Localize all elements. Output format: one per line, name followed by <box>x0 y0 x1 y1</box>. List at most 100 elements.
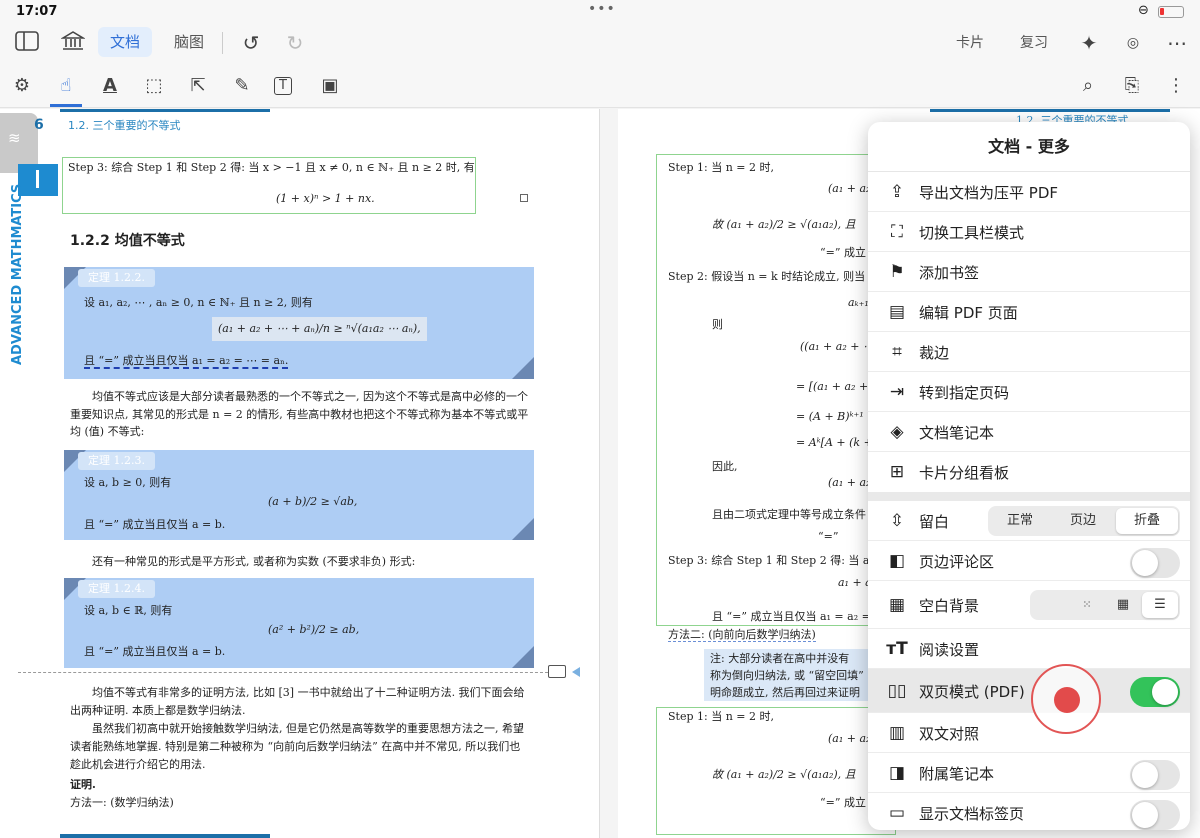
menu-item-label: 编辑 PDF 页面 <box>919 304 1018 322</box>
main-toolbar: 文档 脑图 ↺ ↻ 卡片 复习 ✦ ◎ ⋯ <box>0 24 1200 64</box>
margin-pointer-icon[interactable] <box>572 667 580 677</box>
image-icon[interactable]: ▣ <box>318 74 342 98</box>
layers-icon[interactable]: ≋ <box>8 129 21 147</box>
more-vertical-icon[interactable]: ⋮ <box>1164 74 1188 98</box>
margin-icon: ⇳ <box>889 511 905 531</box>
text-size-icon: ᴛT <box>886 639 908 659</box>
menu-item-bilingual[interactable]: ▥ 双文对照 <box>868 713 1190 753</box>
menu-item-dual-page[interactable]: ▯▯ 双页模式 (PDF) <box>868 669 1190 713</box>
theorem-corner <box>512 357 534 379</box>
menu-item-reading-settings[interactable]: ᴛT 阅读设置 <box>868 629 1190 669</box>
menu-title: 文档 - 更多 <box>868 122 1190 172</box>
book-icon: ▯▯ <box>887 681 907 701</box>
sidebar-toggle-icon[interactable] <box>14 30 40 56</box>
theorem-line: 且 “=” 成立当且仅当 a₁ = a₂ = ⋯ = aₙ. <box>84 354 289 369</box>
pencil-icon[interactable]: ✎ <box>230 74 254 98</box>
menu-item-add-bookmark[interactable]: ⚑ 添加书签 <box>868 252 1190 292</box>
theorem-box[interactable]: 定理 1.2.4. 设 a, b ∈ ℝ, 则有 (a² + b²)/2 ≥ a… <box>64 578 534 668</box>
ai-sparkle-icon[interactable]: ✦ <box>1076 30 1102 56</box>
expand-icon: ⛶ <box>891 222 903 242</box>
crop-icon: ⌗ <box>892 342 902 362</box>
comment-card-icon[interactable] <box>548 665 566 678</box>
margin-option-edge[interactable]: 页边 <box>1052 508 1114 534</box>
bg-grid-option[interactable]: ▦ <box>1106 592 1140 618</box>
library-icon[interactable] <box>60 30 86 56</box>
paragraph-line: 且由二项式定理中等号成立条件 <box>712 508 866 521</box>
toggle-knob <box>1152 679 1178 705</box>
capture-area-icon[interactable]: ⇱ <box>186 74 210 98</box>
sidebar-panel-icon: ◧ <box>888 551 906 571</box>
hand-pointer-icon[interactable]: ☝ <box>54 74 78 98</box>
theorem-title: 定理 1.2.3. <box>78 452 155 470</box>
menu-item-label: 阅读设置 <box>919 641 980 659</box>
redo-icon[interactable]: ↻ <box>282 30 308 56</box>
theorem-box[interactable]: 定理 1.2.2. 设 a₁, a₂, ⋯ , aₙ ≥ 0, n ∈ ℕ₊ 且… <box>64 267 534 379</box>
theorem-formula: (a + b)/2 ≥ √ab, <box>268 495 358 508</box>
paragraph-line: 均值不等式应该是大部分读者最熟悉的一个不等式之一, 因为这个不等式是高中必修的一… <box>92 390 528 403</box>
page-section-header: 1.2. 三个重要的不等式 <box>68 119 181 132</box>
paragraph-line: 读者能熟练地掌握. 特别是第二种被称为 “向前向后数学归纳法” 在高中并不常见,… <box>70 740 521 753</box>
menu-item-card-board[interactable]: ⊞ 卡片分组看板 <box>868 452 1190 492</box>
review-button[interactable]: 复习 <box>1020 32 1048 52</box>
formula: “=” 成立 <box>820 246 866 259</box>
menu-item-crop[interactable]: ⌗ 裁边 <box>868 332 1190 372</box>
subsection-heading: 1.2.2 均值不等式 <box>70 233 185 249</box>
settings-gear-icon[interactable]: ⚙ <box>10 74 34 98</box>
menu-item-export-flat-pdf[interactable]: ⇪ 导出文档为压平 PDF <box>868 172 1190 212</box>
multitask-dots[interactable]: ••• <box>588 1 616 17</box>
menu-item-toggle-toolbar[interactable]: ⛶ 切换工具栏模式 <box>868 212 1190 252</box>
margin-option-normal[interactable]: 正常 <box>990 508 1050 534</box>
more-icon[interactable]: ⋯ <box>1164 30 1190 56</box>
doc-search-icon[interactable]: ⌕ <box>1076 74 1100 98</box>
paragraph-line: 重要知识点, 其常见的形式是 n = 2 的情形, 有些高中教材也把这个不等式称… <box>70 408 529 421</box>
toggle-knob <box>1132 802 1158 828</box>
page-top-rule <box>930 109 1170 112</box>
theorem-line: 且 “=” 成立当且仅当 a = b. <box>84 518 226 531</box>
textbox-icon[interactable]: T <box>274 77 292 95</box>
pdf-page-left[interactable]: ≋ 6 1.2. 三个重要的不等式 ADVANCED MATHMATICS St… <box>0 109 600 838</box>
active-tool-indicator <box>50 104 82 107</box>
link-icon: ⊖ <box>1138 3 1149 18</box>
dual-page-toggle[interactable] <box>1130 677 1180 707</box>
tab-document[interactable]: 文档 <box>98 27 153 57</box>
method-label: 方法二: (向前向后数学归纳法) <box>668 628 816 642</box>
menu-item-label: 留白 <box>919 513 950 531</box>
clock: 17:07 <box>16 4 58 19</box>
attached-notebook-toggle[interactable] <box>1130 760 1180 790</box>
formula: “=” 成立 <box>820 796 866 809</box>
toggle-knob <box>1132 550 1158 576</box>
bg-lines-option[interactable]: ☰ <box>1142 592 1178 618</box>
menu-item-label: 添加书签 <box>919 264 980 282</box>
outline-icon[interactable]: ⎘ <box>1120 74 1144 98</box>
menu-item-label: 页边评论区 <box>919 553 995 571</box>
doc-tabs-toggle[interactable] <box>1130 800 1180 830</box>
bookmark-icon: ⚑ <box>889 262 905 282</box>
formula: aₖ₊₁ <box>848 296 869 309</box>
menu-item-label: 双文对照 <box>919 725 980 743</box>
rectangle-select-icon[interactable]: ⬚ <box>142 74 166 98</box>
menu-item-goto-page[interactable]: ⇥ 转到指定页码 <box>868 372 1190 412</box>
menu-item-label: 文档笔记本 <box>919 424 995 442</box>
bg-dots-option[interactable]: ⁙ <box>1070 592 1104 618</box>
menu-item-edit-pdf[interactable]: ▤ 编辑 PDF 页面 <box>868 292 1190 332</box>
theorem-title: 定理 1.2.4. <box>78 580 155 598</box>
theorem-line: 设 a, b ∈ ℝ, 则有 <box>84 604 173 617</box>
margin-comments-toggle[interactable] <box>1130 548 1180 578</box>
menu-item-margin-comments[interactable]: ◧ 页边评论区 <box>868 541 1190 581</box>
paragraph-line: 出两种证明. 本质上都是数学归纳法. <box>70 704 246 717</box>
menu-item-attached-notebook[interactable]: ◨ 附属笔记本 <box>868 753 1190 793</box>
text-highlight-icon[interactable]: A <box>98 74 122 98</box>
web-icon[interactable]: ◎ <box>1120 30 1146 56</box>
step-text: Step 1: 当 n = 2 时, <box>668 710 774 723</box>
menu-item-doc-notebook[interactable]: ◈ 文档笔记本 <box>868 412 1190 452</box>
theorem-box[interactable]: 定理 1.2.3. 设 a, b ≥ 0, 则有 (a + b)/2 ≥ √ab… <box>64 450 534 540</box>
undo-icon[interactable]: ↺ <box>238 30 264 56</box>
then-label: 则 <box>712 318 723 331</box>
menu-item-doc-tabs[interactable]: ▭ 显示文档标签页 <box>868 793 1190 830</box>
step-text: Step 3: 综合 Step 1 和 Step 2 得: 当 a₁ <box>668 554 874 567</box>
note-line: 明命题成立, 然后再回过来证明 <box>710 686 860 699</box>
card-button[interactable]: 卡片 <box>956 32 984 52</box>
tab-mindmap[interactable]: 脑图 <box>162 27 216 57</box>
half-panel-icon: ◨ <box>888 763 906 783</box>
margin-option-fold[interactable]: 折叠 <box>1116 508 1178 534</box>
